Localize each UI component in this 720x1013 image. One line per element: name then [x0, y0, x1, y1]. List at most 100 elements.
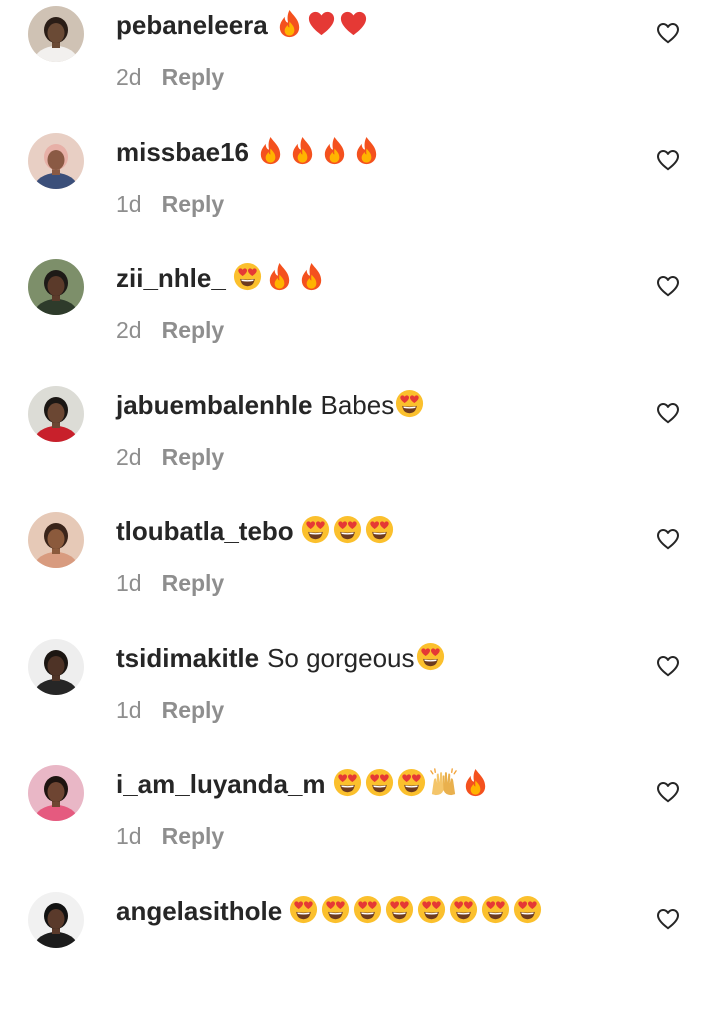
- heart-eyes-emoji-icon: [332, 767, 363, 798]
- comment-text-line: missbae16: [116, 135, 383, 168]
- username-link[interactable]: tsidimakitle: [116, 643, 259, 673]
- heart-outline-icon[interactable]: [656, 908, 680, 930]
- comment-item: tsidimakitle So gorgeous 1d Reply: [0, 633, 720, 760]
- red-heart-emoji-icon: [338, 8, 369, 39]
- heart-eyes-emoji-icon: [416, 894, 447, 925]
- comment-text-line: i_am_luyanda_m: [116, 767, 492, 800]
- comment-text-line: tloubatla_tebo: [116, 514, 396, 547]
- comment-list: pebaneleera 2d Reply missbae16 1d Reply: [0, 0, 720, 948]
- reply-button[interactable]: Reply: [162, 697, 225, 723]
- fire-emoji-icon: [296, 261, 327, 292]
- comment-text-line: jabuembalenhle Babes: [116, 388, 426, 421]
- timestamp: 1d: [116, 697, 142, 723]
- avatar[interactable]: [28, 133, 84, 189]
- timestamp: 1d: [116, 191, 142, 217]
- username-link[interactable]: jabuembalenhle: [116, 390, 313, 420]
- username-link[interactable]: pebaneleera: [116, 10, 268, 40]
- heart-eyes-emoji-icon: [332, 514, 363, 545]
- reply-button[interactable]: Reply: [162, 570, 225, 596]
- avatar[interactable]: [28, 386, 84, 442]
- fire-emoji-icon: [351, 135, 382, 166]
- username-link[interactable]: missbae16: [116, 137, 249, 167]
- emoji-group: [332, 767, 492, 798]
- emoji-group: [274, 8, 370, 39]
- comment-text-line: angelasithole: [116, 894, 544, 927]
- reply-button[interactable]: Reply: [162, 823, 225, 849]
- reply-button[interactable]: Reply: [162, 191, 225, 217]
- comment-item: zii_nhle_ 2d Reply: [0, 253, 720, 380]
- comment-text-line: tsidimakitle So gorgeous: [116, 641, 447, 674]
- emoji-group: [255, 135, 383, 166]
- heart-outline-icon[interactable]: [656, 528, 680, 550]
- heart-eyes-emoji-icon: [384, 894, 415, 925]
- heart-eyes-emoji-icon: [396, 767, 427, 798]
- red-heart-emoji-icon: [306, 8, 337, 39]
- heart-outline-icon[interactable]: [656, 149, 680, 171]
- emoji-group: [415, 641, 447, 672]
- comment-meta: 1d Reply: [116, 568, 224, 598]
- timestamp: 2d: [116, 317, 142, 343]
- fire-emoji-icon: [287, 135, 318, 166]
- heart-eyes-emoji-icon: [352, 894, 383, 925]
- heart-eyes-emoji-icon: [364, 514, 395, 545]
- comment-meta: 1d Reply: [116, 821, 224, 851]
- username-link[interactable]: i_am_luyanda_m: [116, 769, 326, 799]
- avatar[interactable]: [28, 639, 84, 695]
- username-link[interactable]: zii_nhle_: [116, 263, 226, 293]
- avatar[interactable]: [28, 259, 84, 315]
- heart-eyes-emoji-icon: [300, 514, 331, 545]
- username-link[interactable]: angelasithole: [116, 896, 282, 926]
- timestamp: 2d: [116, 64, 142, 90]
- emoji-group: [288, 894, 544, 925]
- heart-outline-icon[interactable]: [656, 275, 680, 297]
- comment-meta: 1d Reply: [116, 189, 224, 219]
- heart-eyes-emoji-icon: [394, 388, 425, 419]
- heart-eyes-emoji-icon: [320, 894, 351, 925]
- raising-hands-emoji-icon: [428, 767, 459, 798]
- comment-text-line: zii_nhle_: [116, 261, 328, 294]
- emoji-group: [300, 514, 396, 545]
- reply-button[interactable]: Reply: [162, 317, 225, 343]
- timestamp: 2d: [116, 444, 142, 470]
- heart-eyes-emoji-icon: [448, 894, 479, 925]
- heart-eyes-emoji-icon: [288, 894, 319, 925]
- timestamp: 1d: [116, 570, 142, 596]
- emoji-group: [232, 261, 328, 292]
- avatar[interactable]: [28, 765, 84, 821]
- heart-eyes-emoji-icon: [512, 894, 543, 925]
- heart-outline-icon[interactable]: [656, 781, 680, 803]
- heart-outline-icon[interactable]: [656, 22, 680, 44]
- comment-text: So gorgeous: [267, 643, 415, 673]
- comment-item: tloubatla_tebo 1d Reply: [0, 506, 720, 633]
- comment-meta: 2d Reply: [116, 315, 224, 345]
- comment-item: jabuembalenhle Babes 2d Reply: [0, 380, 720, 507]
- fire-emoji-icon: [319, 135, 350, 166]
- heart-eyes-emoji-icon: [364, 767, 395, 798]
- heart-eyes-emoji-icon: [480, 894, 511, 925]
- comment-meta: 1d Reply: [116, 695, 224, 725]
- comment-item: angelasithole: [0, 886, 720, 1013]
- fire-emoji-icon: [255, 135, 286, 166]
- comment-meta: 2d Reply: [116, 442, 224, 472]
- comment-text: Babes: [320, 390, 395, 420]
- reply-button[interactable]: Reply: [162, 444, 225, 470]
- heart-outline-icon[interactable]: [656, 402, 680, 424]
- fire-emoji-icon: [264, 261, 295, 292]
- comment-text-line: pebaneleera: [116, 8, 370, 41]
- reply-button[interactable]: Reply: [162, 64, 225, 90]
- comment-meta: 2d Reply: [116, 62, 224, 92]
- timestamp: 1d: [116, 823, 142, 849]
- heart-eyes-emoji-icon: [232, 261, 263, 292]
- comment-item: i_am_luyanda_m 1d Reply: [0, 759, 720, 886]
- avatar[interactable]: [28, 892, 84, 948]
- heart-eyes-emoji-icon: [415, 641, 446, 672]
- avatar[interactable]: [28, 6, 84, 62]
- username-link[interactable]: tloubatla_tebo: [116, 516, 294, 546]
- fire-emoji-icon: [460, 767, 491, 798]
- heart-outline-icon[interactable]: [656, 655, 680, 677]
- fire-emoji-icon: [274, 8, 305, 39]
- avatar[interactable]: [28, 512, 84, 568]
- comment-item: missbae16 1d Reply: [0, 127, 720, 254]
- emoji-group: [394, 388, 426, 419]
- comment-item: pebaneleera 2d Reply: [0, 0, 720, 127]
